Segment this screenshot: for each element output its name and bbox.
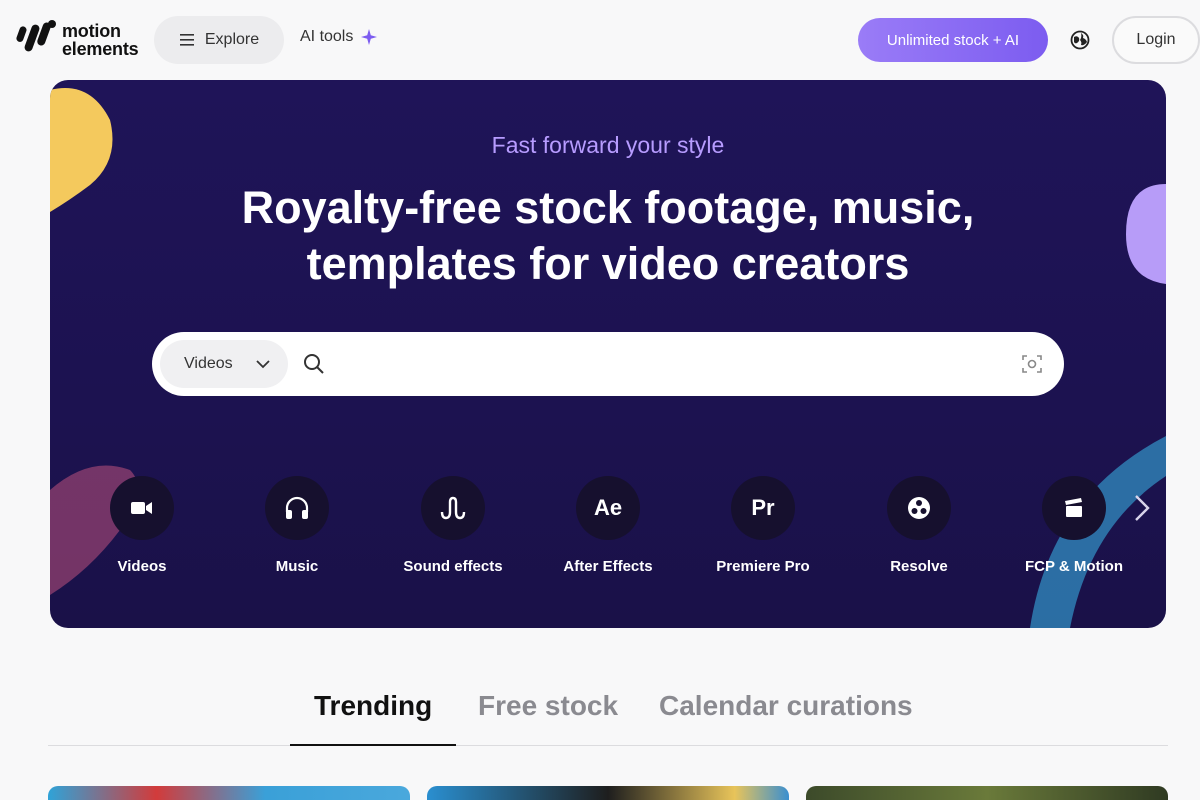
unlimited-stock-ai-button[interactable]: Unlimited stock + AI (858, 18, 1048, 62)
category-label: Music (275, 558, 319, 575)
tab-trending[interactable]: Trending (290, 690, 457, 746)
search-type-label: Videos (184, 355, 233, 372)
tab-free-stock[interactable]: Free stock (478, 690, 618, 746)
category-label: After Effects (563, 558, 653, 575)
logo-line-elements: elements (62, 39, 139, 59)
login-button[interactable]: Login (1112, 16, 1200, 64)
search-type-dropdown[interactable]: Videos (160, 340, 288, 388)
logo-line-motion: motion (62, 21, 121, 41)
thumbnail-card[interactable] (48, 786, 410, 800)
globe-language-icon[interactable] (1068, 28, 1092, 52)
ai-tools-link[interactable]: AI tools (300, 28, 378, 46)
headphones-icon (265, 476, 329, 540)
premiere-pro-icon: Pr (731, 476, 795, 540)
motion-elements-logo[interactable]: motion elements (16, 18, 139, 62)
resolve-icon (887, 476, 951, 540)
category-label: Videos (117, 558, 167, 575)
headline-line-1: Royalty-free stock footage, music, (241, 182, 975, 233)
sparkle-icon (361, 29, 378, 45)
site-header: motion elements Explore AI tools Unlimit… (0, 0, 1200, 80)
category-fcp-motion[interactable]: FCP & Motion (1004, 476, 1144, 575)
category-sound-effects[interactable]: Sound effects (383, 476, 523, 575)
category-label: Premiere Pro (716, 558, 810, 575)
video-camera-icon (110, 476, 174, 540)
sound-wave-icon (421, 476, 485, 540)
explore-button[interactable]: Explore (154, 16, 284, 64)
tab-calendar-curations[interactable]: Calendar curations (659, 690, 913, 746)
logo-mark-icon (16, 20, 56, 52)
search-input[interactable] (338, 344, 1098, 384)
hero-tagline: Fast forward your style (491, 132, 725, 158)
category-music[interactable]: Music (227, 476, 367, 575)
category-videos[interactable]: Videos (72, 476, 212, 575)
menu-icon (179, 34, 194, 46)
category-carousel: Videos Music Sound effects Ae After Effe… (50, 476, 1166, 586)
hero-banner: Fast forward your style Royalty-free sto… (50, 80, 1166, 628)
chevron-right-icon[interactable] (1130, 492, 1154, 524)
category-after-effects[interactable]: Ae After Effects (538, 476, 678, 575)
visual-search-icon[interactable] (1020, 352, 1044, 376)
category-label: FCP & Motion (1024, 558, 1124, 575)
hero-headline: Royalty-free stock footage, music, templ… (50, 180, 1166, 292)
explore-label: Explore (204, 31, 260, 48)
clapperboard-icon (1042, 476, 1106, 540)
thumbnail-card[interactable] (806, 786, 1168, 800)
chevron-down-icon (256, 360, 270, 369)
category-label: Sound effects (403, 558, 503, 575)
category-resolve[interactable]: Resolve (849, 476, 989, 575)
ai-tools-label: AI tools (300, 28, 354, 45)
after-effects-icon: Ae (576, 476, 640, 540)
content-tabs: Trending Free stock Calendar curations (48, 676, 1168, 746)
headline-line-2: templates for video creators (306, 238, 910, 289)
category-premiere-pro[interactable]: Pr Premiere Pro (693, 476, 833, 575)
thumbnail-card[interactable] (427, 786, 789, 800)
category-label: Resolve (890, 558, 948, 575)
search-bar: Videos (152, 332, 1098, 396)
search-icon[interactable] (302, 352, 326, 376)
logo-text: motion elements (62, 21, 139, 59)
